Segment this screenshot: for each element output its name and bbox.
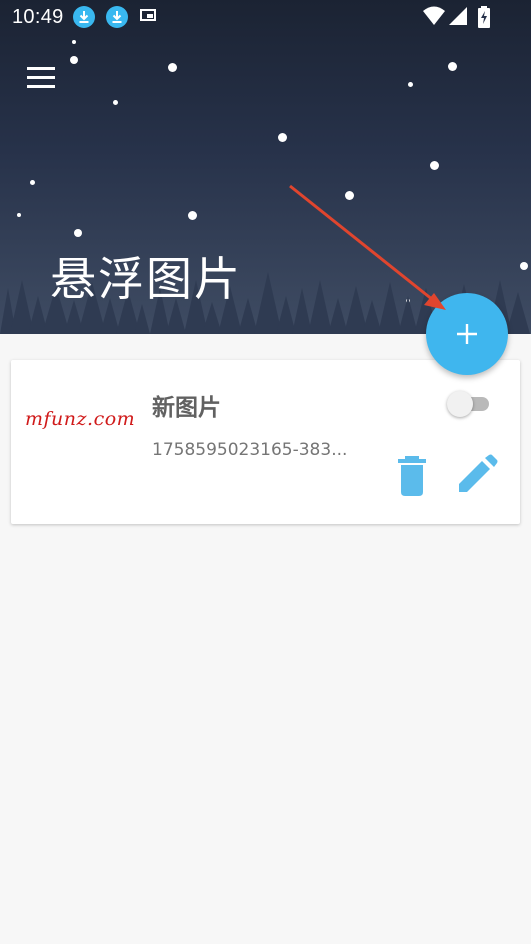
snow-dot: [72, 40, 76, 44]
download-icon: [73, 6, 95, 28]
signal-icon: [449, 7, 467, 25]
item-title: 新图片: [152, 395, 221, 421]
toggle-knob: [447, 391, 473, 417]
snow-dot: [74, 229, 82, 237]
snow-dot: [430, 161, 439, 170]
picture-in-picture-icon: [140, 9, 156, 21]
snow-dot: [448, 62, 457, 71]
add-button[interactable]: [426, 293, 508, 375]
plus-icon: [457, 324, 477, 344]
edit-icon: [459, 454, 498, 492]
enable-toggle[interactable]: [447, 390, 493, 417]
snow-dot: [113, 100, 118, 105]
snow-dot: [408, 82, 413, 87]
download-icon: [106, 6, 128, 28]
wifi-icon: [423, 6, 445, 25]
snow-dot: [30, 180, 35, 185]
header-banner: 10:49 悬浮图片: [0, 0, 531, 334]
image-thumbnail[interactable]: mfunz.com: [11, 360, 141, 524]
status-time: 10:49: [12, 6, 64, 28]
battery-charging-icon: [478, 6, 490, 28]
list-item[interactable]: mfunz.com 新图片 1758595023165-383...: [11, 360, 520, 524]
thumbnail-watermark: mfunz.com: [25, 408, 136, 430]
snow-dot: [345, 191, 354, 200]
status-bar: 10:49: [0, 0, 531, 36]
snow-dot: [17, 213, 21, 217]
snow-dot: [188, 211, 197, 220]
snow-dot: [70, 56, 78, 64]
item-filename: 1758595023165-383...: [152, 440, 348, 460]
snow-dot: [278, 133, 287, 142]
page-title: 悬浮图片: [50, 252, 242, 306]
menu-icon[interactable]: [27, 67, 55, 89]
delete-icon: [398, 456, 426, 496]
edit-button[interactable]: [454, 454, 500, 498]
delete-button[interactable]: [394, 454, 434, 498]
snow-dot: [168, 63, 177, 72]
